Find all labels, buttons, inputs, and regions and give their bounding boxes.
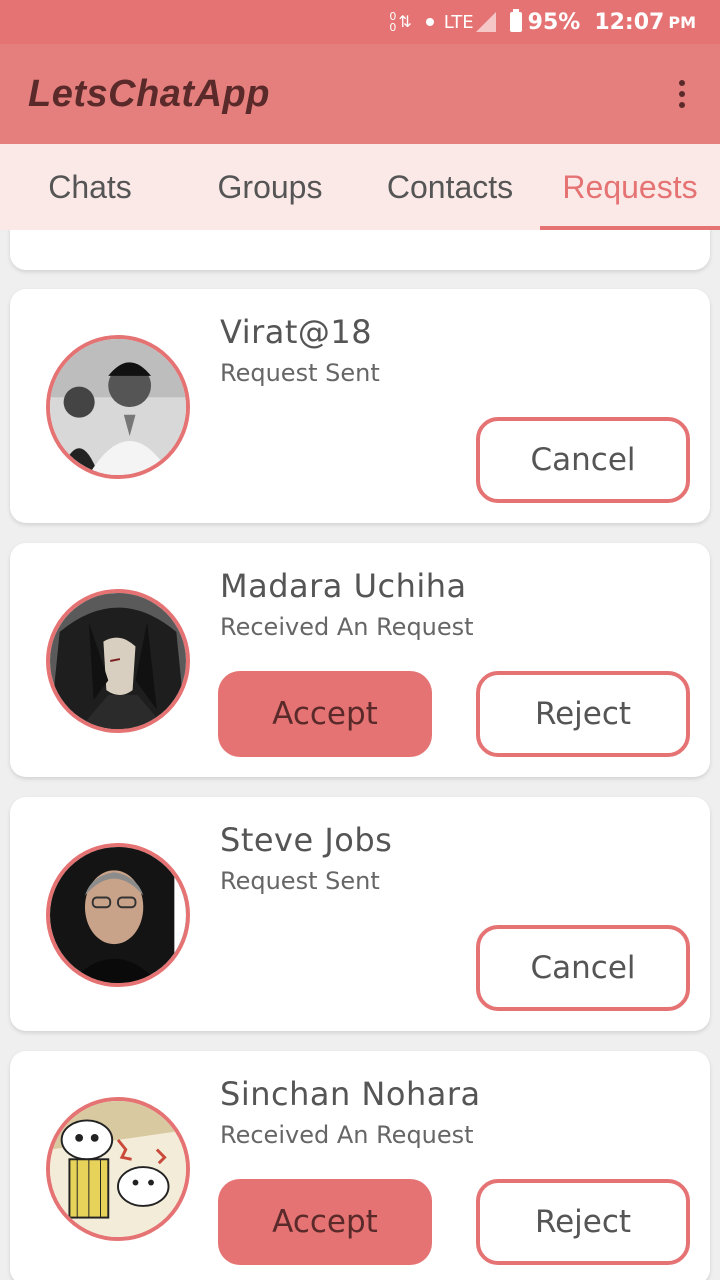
avatar[interactable]: [46, 843, 190, 987]
contact-name: Virat@18: [220, 313, 373, 351]
request-list[interactable]: Virat@18 Request Sent Cancel Madara Uchi…: [0, 230, 720, 1280]
accept-button[interactable]: Accept: [218, 1179, 432, 1265]
data-down-count: 0: [389, 21, 397, 34]
request-card: Sinchan Nohara Received An Request Accep…: [10, 1051, 710, 1280]
battery-percent: 95%: [527, 9, 581, 35]
overflow-menu-icon[interactable]: [670, 74, 694, 114]
notification-dot-icon: [425, 18, 434, 26]
request-card-partial: [10, 230, 710, 270]
status-bar: 0 0 ⇅ LTE 95% 12:07 PM: [0, 0, 720, 44]
cancel-button[interactable]: Cancel: [476, 417, 690, 503]
network-indicator: LTE: [425, 11, 496, 33]
contact-name: Madara Uchiha: [220, 567, 467, 605]
request-card: Madara Uchiha Received An Request Accept…: [10, 543, 710, 777]
tab-contacts[interactable]: Contacts: [360, 144, 540, 230]
clock: 12:07 PM: [594, 10, 696, 35]
request-card: Steve Jobs Request Sent Cancel: [10, 797, 710, 1031]
battery-icon: [509, 9, 522, 32]
clock-time: 12:07: [594, 9, 665, 35]
battery-indicator: 95%: [509, 9, 581, 35]
person-avatar-icon: [50, 847, 186, 983]
network-type: LTE: [443, 11, 474, 33]
request-status: Request Sent: [220, 359, 380, 387]
app-title: LetsChatApp: [28, 72, 270, 115]
reject-button[interactable]: Reject: [476, 1179, 690, 1265]
contact-name: Sinchan Nohara: [220, 1075, 481, 1113]
avatar[interactable]: [46, 1097, 190, 1241]
avatar[interactable]: [46, 335, 190, 479]
request-status: Received An Request: [220, 613, 474, 641]
app-bar: LetsChatApp: [0, 44, 720, 144]
signal-icon: [475, 12, 496, 32]
request-status: Request Sent: [220, 867, 380, 895]
cartoon-avatar-icon: [50, 1101, 186, 1237]
data-activity-icon: 0 0 ⇅: [389, 10, 412, 34]
contact-name: Steve Jobs: [220, 821, 393, 859]
person-avatar-icon: [50, 339, 186, 475]
avatar[interactable]: [46, 589, 190, 733]
tab-groups[interactable]: Groups: [180, 144, 360, 230]
tab-chats[interactable]: Chats: [0, 144, 180, 230]
tab-requests[interactable]: Requests: [540, 144, 720, 230]
cancel-button[interactable]: Cancel: [476, 925, 690, 1011]
anime-avatar-icon: [50, 593, 186, 729]
tab-bar: Chats Groups Contacts Requests: [0, 144, 720, 230]
reject-button[interactable]: Reject: [476, 671, 690, 757]
request-status: Received An Request: [220, 1121, 474, 1149]
clock-ampm: PM: [668, 12, 696, 32]
accept-button[interactable]: Accept: [218, 671, 432, 757]
request-card: Virat@18 Request Sent Cancel: [10, 289, 710, 523]
